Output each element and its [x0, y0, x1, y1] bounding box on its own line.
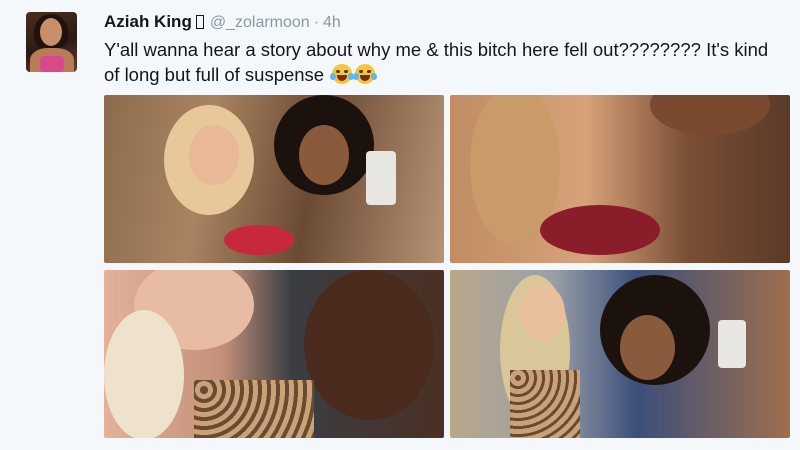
face-2: [650, 95, 770, 135]
face-2: [299, 125, 349, 185]
tweet-card: Aziah King @_zolarmoon · 4h Y'all wanna hea…: [0, 0, 800, 450]
phone-icon: [366, 151, 396, 205]
photo-3[interactable]: [104, 270, 444, 438]
loudly-crying-face-icon: [353, 64, 378, 84]
blonde-hair: [104, 310, 184, 438]
author-name[interactable]: Aziah King: [104, 12, 192, 31]
face-with-tears-of-joy-icon: [330, 64, 355, 84]
leopard-top: [194, 380, 314, 438]
face-1: [189, 125, 239, 185]
tweet-header: Aziah King @_zolarmoon · 4h: [104, 12, 341, 34]
face-2: [620, 315, 675, 380]
red-bra: [224, 225, 294, 255]
face-2: [304, 270, 434, 420]
missing-glyph-icon: [195, 15, 204, 29]
author-handle[interactable]: @_zolarmoon: [210, 14, 310, 31]
avatar[interactable]: [26, 12, 77, 72]
face-1: [520, 285, 565, 340]
separator-dot: ·: [313, 14, 320, 31]
photo-grid: [104, 95, 790, 438]
phone-icon: [718, 320, 746, 368]
photo-1[interactable]: [104, 95, 444, 263]
avatar-face: [40, 18, 62, 46]
red-lace-bra: [540, 205, 660, 255]
avatar-top: [40, 56, 64, 72]
tweet-text-container: Y'all wanna hear a story about why me & …: [104, 37, 784, 87]
photo-4[interactable]: [450, 270, 790, 438]
tweet-timestamp[interactable]: 4h: [323, 14, 341, 31]
tweet-text: Y'all wanna hear a story about why me & …: [104, 39, 769, 85]
photo-2[interactable]: [450, 95, 790, 263]
leopard-top: [510, 370, 580, 438]
